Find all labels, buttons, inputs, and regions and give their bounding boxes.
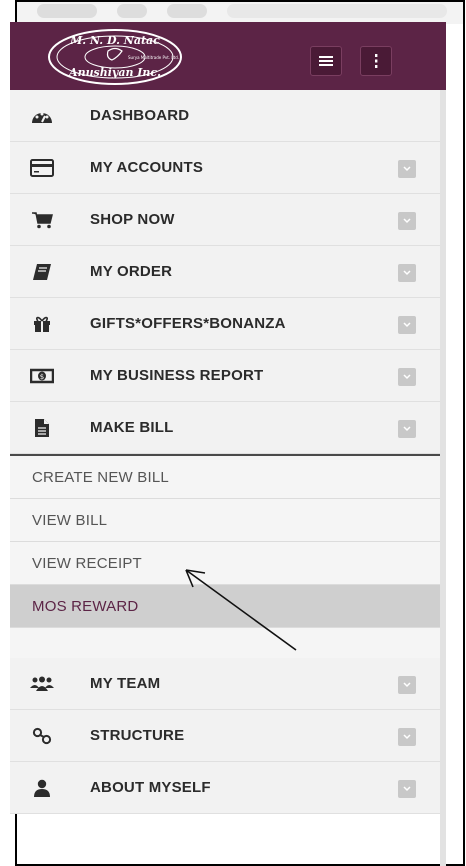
chevron-down-icon[interactable] <box>398 728 416 746</box>
sidebar-item-label: MAKE BILL <box>90 419 174 436</box>
sidebar-item-label: GIFTS*OFFERS*BONANZA <box>90 315 286 332</box>
sidebar-item-about-myself[interactable]: ABOUT MYSELF <box>10 762 440 814</box>
chevron-down-icon[interactable] <box>398 676 416 694</box>
submenu-spacer <box>10 628 440 658</box>
svg-text:M. N. D. Natac: M. N. D. Natac <box>69 34 160 47</box>
shopping-cart-icon <box>28 211 56 229</box>
chevron-down-icon[interactable] <box>398 160 416 178</box>
menu-scrollbar[interactable] <box>440 90 446 866</box>
hamburger-icon <box>319 56 333 66</box>
sidebar-item-label: STRUCTURE <box>90 727 185 744</box>
sidebar-item-label: MY ACCOUNTS <box>90 159 204 176</box>
sidebar-item-dashboard[interactable]: DASHBOARD <box>10 90 440 142</box>
submenu-item-view-bill[interactable]: VIEW BILL <box>10 499 440 542</box>
svg-text:Anushiyan Inc.: Anushiyan Inc. <box>68 66 161 79</box>
sidebar-item-structure[interactable]: STRUCTURE <box>10 710 440 762</box>
make-bill-submenu: CREATE NEW BILL VIEW BILL VIEW RECEIPT M… <box>10 454 440 658</box>
users-icon <box>28 676 56 692</box>
sidebar-item-my-team[interactable]: MY TEAM <box>10 658 440 710</box>
sidebar-item-my-order[interactable]: MY ORDER <box>10 246 440 298</box>
sidebar-item-make-bill[interactable]: MAKE BILL <box>10 402 440 454</box>
sidebar-item-my-accounts[interactable]: MY ACCOUNTS <box>10 142 440 194</box>
sidebar-item-my-business-report[interactable]: $ MY BUSINESS REPORT <box>10 350 440 402</box>
sidebar-item-label: ABOUT MYSELF <box>90 779 211 796</box>
submenu-item-create-new-bill[interactable]: CREATE NEW BILL <box>10 456 440 499</box>
app-header: M. N. D. Natac Anushiyan Inc. Surya Mult… <box>10 22 446 90</box>
chevron-down-icon[interactable] <box>398 264 416 282</box>
sidebar-item-label: MY BUSINESS REPORT <box>90 367 264 384</box>
money-icon: $ <box>28 368 56 384</box>
submenu-item-view-receipt[interactable]: VIEW RECEIPT <box>10 542 440 585</box>
chevron-down-icon[interactable] <box>398 420 416 438</box>
menu-toggle-button[interactable] <box>310 46 342 76</box>
submenu-item-mos-reward[interactable]: MOS REWARD <box>10 585 440 628</box>
document-icon <box>28 418 56 438</box>
sidebar-item-label: DASHBOARD <box>90 107 190 124</box>
chevron-down-icon[interactable] <box>398 212 416 230</box>
link-icon <box>28 727 56 745</box>
credit-card-icon <box>28 158 56 177</box>
sidebar-item-shop-now[interactable]: SHOP NOW <box>10 194 440 246</box>
svg-text:Surya Multitrade Pvt. Ltd.: Surya Multitrade Pvt. Ltd. <box>128 55 179 60</box>
more-options-button[interactable] <box>360 46 392 76</box>
browser-top-strip <box>17 2 463 24</box>
sidebar-item-label: MY TEAM <box>90 675 161 692</box>
dashboard-gauge-icon <box>28 108 56 124</box>
gift-icon <box>28 315 56 333</box>
chevron-down-icon[interactable] <box>398 780 416 798</box>
chevron-down-icon[interactable] <box>398 316 416 334</box>
brand-logo[interactable]: M. N. D. Natac Anushiyan Inc. Surya Mult… <box>46 28 184 86</box>
book-icon <box>28 263 56 281</box>
sidebar-item-gifts-offers-bonanza[interactable]: GIFTS*OFFERS*BONANZA <box>10 298 440 350</box>
sidebar-item-label: MY ORDER <box>90 263 173 280</box>
vertical-dots-icon <box>375 54 378 68</box>
chevron-down-icon[interactable] <box>398 368 416 386</box>
user-icon <box>28 779 56 797</box>
sidebar-menu: DASHBOARD MY ACCOUNTS SHOP NOW MY ORDER … <box>10 90 440 814</box>
sidebar-item-label: SHOP NOW <box>90 211 175 228</box>
svg-text:$: $ <box>40 373 44 381</box>
